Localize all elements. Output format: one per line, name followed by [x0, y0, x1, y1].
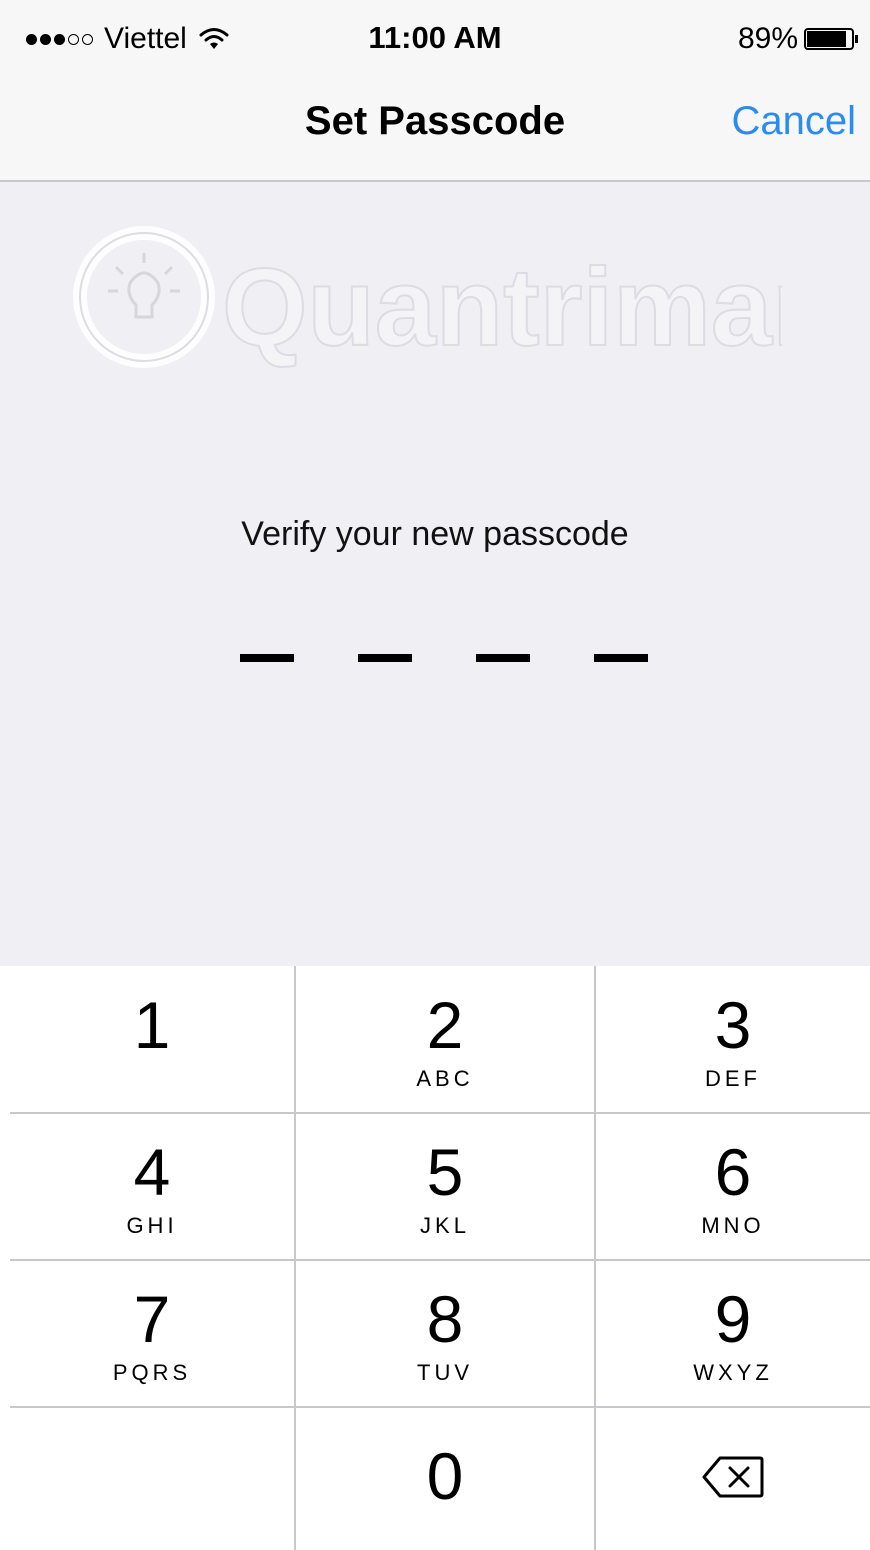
key-1[interactable]: 1: [10, 966, 294, 1112]
passcode-slot: [594, 654, 648, 662]
battery-icon: [804, 27, 860, 51]
passcode-prompt: Verify your new passcode: [241, 515, 629, 553]
key-digit: 0: [426, 1439, 464, 1513]
key-digit: 1: [133, 988, 171, 1062]
passcode-slot: [358, 654, 412, 662]
key-digit: 2: [426, 988, 464, 1062]
key-letters: GHI: [126, 1213, 178, 1238]
key-7[interactable]: 7 PQRS: [10, 1260, 294, 1406]
delete-backspace-icon: [702, 1456, 764, 1498]
key-digit: 5: [426, 1135, 464, 1209]
delete-button[interactable]: [596, 1407, 870, 1550]
keypad-divider: [594, 966, 596, 1550]
key-3[interactable]: 3 DEF: [596, 966, 870, 1112]
key-4[interactable]: 4 GHI: [10, 1113, 294, 1259]
status-right: 89%: [738, 20, 860, 58]
key-9[interactable]: 9 WXYZ: [596, 1260, 870, 1406]
key-digit: 9: [714, 1282, 752, 1356]
key-letters: ABC: [416, 1066, 474, 1091]
key-letters: TUV: [417, 1360, 473, 1385]
key-digit: 6: [714, 1135, 752, 1209]
keypad-divider: [10, 1259, 870, 1261]
key-digit: 4: [133, 1135, 171, 1209]
nav-bar: Set Passcode Cancel: [0, 75, 870, 182]
passcode-screen: Viettel 11:00 AM 89% Set Passcode Cancel…: [0, 0, 870, 1550]
passcode-slot: [240, 654, 294, 662]
key-letters: WXYZ: [693, 1360, 773, 1385]
key-blank: [10, 1407, 294, 1550]
key-letters: JKL: [420, 1213, 470, 1238]
numeric-keypad: 1 2 ABC 3 DEF 4 GHI 5 JKL 6 MNO 7 PQRS 8: [0, 966, 870, 1550]
key-8[interactable]: 8 TUV: [296, 1260, 594, 1406]
keypad-divider: [294, 966, 296, 1550]
keypad-divider: [10, 1406, 870, 1408]
key-5[interactable]: 5 JKL: [296, 1113, 594, 1259]
key-letters: DEF: [705, 1066, 761, 1091]
key-digit: 8: [426, 1282, 464, 1356]
keypad-divider: [10, 1112, 870, 1114]
lightbulb-icon: [73, 226, 215, 368]
cancel-button[interactable]: Cancel: [731, 99, 856, 144]
battery-percent: 89%: [737, 22, 798, 55]
passcode-slot: [476, 654, 530, 662]
status-bar: Viettel 11:00 AM 89%: [0, 0, 870, 75]
key-6[interactable]: 6 MNO: [596, 1113, 870, 1259]
passcode-slots: [240, 654, 650, 664]
key-digit: 7: [133, 1282, 171, 1356]
key-0[interactable]: 0: [296, 1407, 594, 1550]
watermark-logo: Quantrimang: [62, 225, 870, 375]
key-letters: PQRS: [112, 1360, 192, 1385]
key-2[interactable]: 2 ABC: [296, 966, 594, 1112]
key-letters: MNO: [701, 1213, 765, 1238]
watermark-text: Quantrimang: [222, 246, 782, 369]
key-digit: 3: [714, 988, 752, 1062]
